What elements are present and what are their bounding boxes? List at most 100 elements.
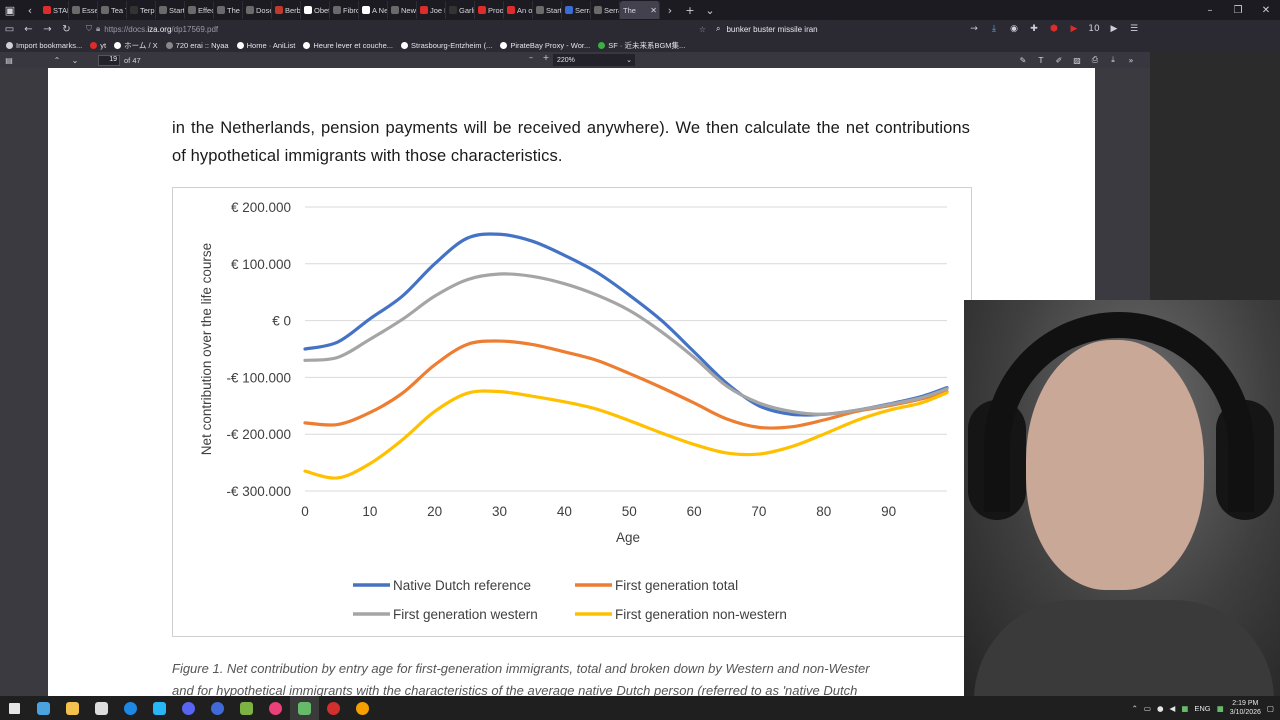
shield-icon[interactable]: ⛉ [86, 24, 92, 34]
tab-item[interactable]: Berbe [272, 1, 301, 19]
save-icon[interactable]: ⤓ [1104, 55, 1122, 65]
print-icon[interactable]: ⎙ [1086, 55, 1104, 65]
tab-favicon-icon [478, 6, 486, 14]
taskbar-app-icon[interactable] [290, 696, 319, 720]
more-tools-icon[interactable]: » [1122, 56, 1140, 65]
bookmark-item[interactable]: ホーム / X [114, 40, 158, 51]
text-icon[interactable]: T [1032, 56, 1050, 65]
start-icon[interactable] [0, 696, 29, 720]
tab-item[interactable]: Serraj [562, 1, 591, 19]
tab-item[interactable]: Garlic [446, 1, 475, 19]
tab-item[interactable]: Joe M [417, 1, 446, 19]
extension-count-icon[interactable]: 10 [1084, 24, 1104, 34]
tab-item[interactable]: Tea Tr [98, 1, 127, 19]
tab-scroll-right-icon[interactable]: › [660, 0, 680, 20]
extensions-icon[interactable]: ✚ [1024, 24, 1044, 34]
draw-icon[interactable]: ✐ [1050, 56, 1068, 65]
bookmark-item[interactable]: SF · 近未来系BGM集... [598, 40, 685, 51]
notifications-icon[interactable]: ▢ [1267, 704, 1274, 713]
ublock-icon[interactable]: ⬢ [1044, 24, 1064, 34]
url-bar[interactable]: ⛉ 🔒︎ https://docs.iza.org/dp17569.pdf ☆ [86, 21, 706, 37]
volume-icon[interactable]: ◀ [1170, 704, 1176, 713]
page-number-input[interactable]: 19 [98, 54, 120, 66]
tab-item[interactable]: Startp [156, 1, 185, 19]
taskbar-app-icon[interactable] [261, 696, 290, 720]
taskbar-app-icon[interactable] [116, 696, 145, 720]
bookmark-star-icon[interactable]: ☆ [699, 25, 706, 34]
sidebar-toggle-icon[interactable]: ▭ [0, 24, 19, 35]
taskbar-app-icon[interactable] [348, 696, 377, 720]
tab-item[interactable]: New t [388, 1, 417, 19]
tab-overflow-chevron-icon[interactable]: ⌄ [700, 0, 720, 20]
file-explorer-icon[interactable] [58, 696, 87, 720]
taskbar-app-icon[interactable] [145, 696, 174, 720]
menu-icon[interactable]: ☰ [1124, 24, 1144, 34]
clock[interactable]: 2:19 PM 3/10/2026 [1230, 699, 1261, 717]
reload-icon[interactable]: ↻ [57, 24, 76, 35]
tab-item[interactable]: Proof Th [475, 1, 504, 19]
tab-item[interactable]: An ol [504, 1, 533, 19]
tab-item[interactable]: Terpir [127, 1, 156, 19]
tab-item[interactable]: STALK [40, 1, 69, 19]
taskbar-app-icon[interactable] [319, 696, 348, 720]
bookmark-item[interactable]: PirateBay Proxy - Wor... [500, 41, 590, 50]
tab-item[interactable]: A New [359, 1, 388, 19]
search-bar[interactable]: ⌕ bunker buster missile iran [716, 21, 966, 37]
bookmark-item[interactable]: 720 erai :: Nyaa [165, 41, 229, 50]
taskbar-app-icon[interactable] [29, 696, 58, 720]
tray-chevron-icon[interactable]: ⌃ [1132, 704, 1138, 713]
bookmark-favicon-icon [598, 41, 606, 49]
tab-item[interactable]: Startp [533, 1, 562, 19]
bookmark-favicon-icon [114, 41, 122, 49]
microphone-icon[interactable]: ● [1157, 704, 1164, 713]
close-window-icon[interactable]: ✕ [1252, 5, 1280, 16]
language-indicator[interactable]: ENG [1194, 704, 1210, 713]
bookmark-item[interactable]: Import bookmarks... [6, 41, 82, 50]
tab-item[interactable]: The Fi [214, 1, 243, 19]
account-icon[interactable]: ◉ [1004, 24, 1024, 34]
go-arrow-icon[interactable]: → [964, 24, 984, 34]
network-icon[interactable]: ▭ [1144, 704, 1151, 713]
extension-red-icon[interactable]: ▶ [1064, 24, 1084, 34]
bookmark-item[interactable]: Heure lever et couche... [303, 41, 393, 50]
taskbar-app-icon[interactable] [232, 696, 261, 720]
tab-item[interactable]: Serrat [591, 1, 620, 19]
tab-item[interactable]: Obeti [301, 1, 330, 19]
image-icon[interactable]: ▨ [1068, 56, 1086, 65]
tab-item[interactable]: Essent [69, 1, 98, 19]
url-prefix: https://docs. [104, 24, 148, 34]
pdf-sidebar-icon[interactable]: ▤ [0, 56, 18, 65]
forward-icon[interactable]: → [38, 24, 57, 35]
extension-play-icon[interactable]: ▶ [1104, 24, 1124, 34]
tab-list-icon[interactable]: ▣ [0, 0, 20, 20]
lock-icon[interactable]: ■ [1217, 704, 1224, 713]
bookmark-item[interactable]: Strasbourg-Entzheim (... [401, 41, 492, 50]
figure-caption: Figure 1. Net contribution by entry age … [172, 658, 972, 696]
minimize-icon[interactable]: – [1196, 5, 1224, 16]
restore-icon[interactable]: ❐ [1224, 5, 1252, 16]
discord-icon[interactable] [174, 696, 203, 720]
tab-favicon-icon [275, 6, 283, 14]
taskbar-app-icon[interactable] [203, 696, 232, 720]
previous-page-icon[interactable]: ⌃ [48, 56, 66, 65]
tab-scroll-left-icon[interactable]: ‹ [20, 0, 40, 20]
tab-active[interactable]: The ✕ [620, 1, 660, 19]
new-tab-icon[interactable]: + [680, 0, 700, 20]
tab-item[interactable]: Fibrol [330, 1, 359, 19]
tab-label: Tea Tr [111, 5, 126, 15]
webcam-overlay [964, 300, 1280, 696]
tab-label: STALK [53, 5, 68, 15]
taskbar-app-icon[interactable] [87, 696, 116, 720]
downloads-icon[interactable]: ⤓ [984, 24, 1004, 34]
zoom-select[interactable]: 220% ⌄ [553, 54, 635, 66]
highlight-icon[interactable]: ✎ [1014, 56, 1032, 65]
bookmark-item[interactable]: yt [90, 41, 106, 50]
tab-item[interactable]: Dose [243, 1, 272, 19]
lock-icon[interactable]: 🔒︎ [96, 24, 100, 34]
tray-app-icon[interactable]: ■ [1181, 704, 1188, 713]
back-icon[interactable]: ← [19, 24, 38, 35]
bookmark-item[interactable]: Home · AniList [236, 41, 295, 50]
next-page-icon[interactable]: ⌄ [66, 56, 84, 65]
tab-item[interactable]: Effect [185, 1, 214, 19]
close-tab-icon[interactable]: ✕ [650, 6, 657, 15]
